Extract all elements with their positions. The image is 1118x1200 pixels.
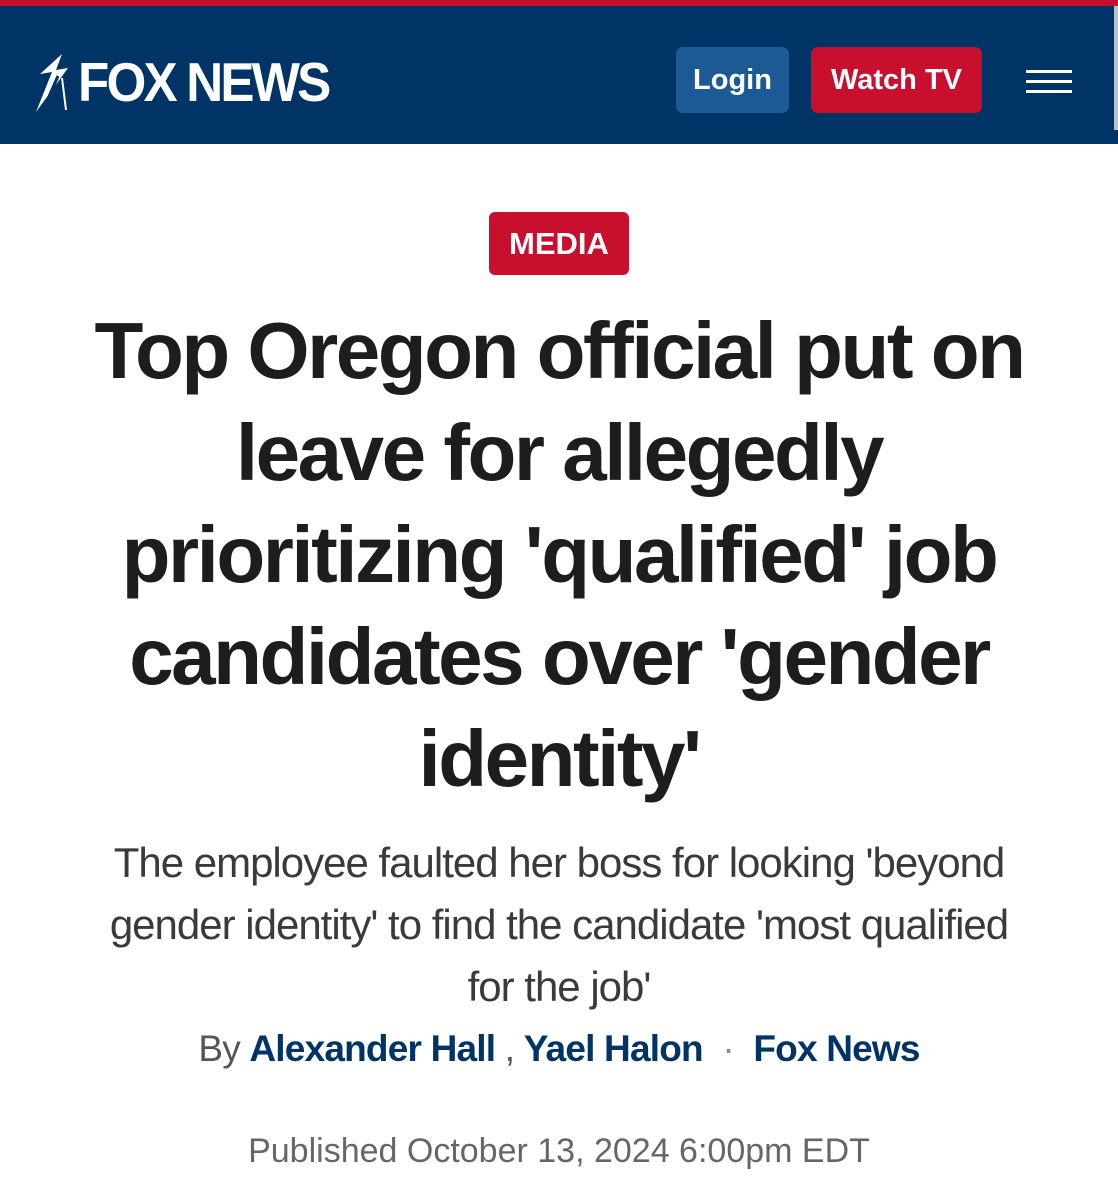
menu-line: [1026, 90, 1072, 93]
author-separator: ,: [504, 1028, 515, 1069]
article-byline: By Alexander Hall , Yael Halon · Fox New…: [60, 1024, 1058, 1074]
byline-dot-separator: ·: [722, 1028, 734, 1069]
site-header: FOX NEWS Login Watch TV: [0, 6, 1118, 144]
scrollbar[interactable]: [1114, 6, 1118, 130]
published-date: Published October 13, 2024 6:00pm EDT: [248, 1132, 870, 1170]
author-link[interactable]: Alexander Hall: [249, 1028, 496, 1069]
hamburger-menu-icon[interactable]: [1022, 64, 1076, 98]
category-badge[interactable]: MEDIA: [489, 212, 629, 275]
article-headline: Top Oregon official put on leave for all…: [94, 306, 1026, 803]
article-subheadline: The employee faulted her boss for lookin…: [109, 839, 1009, 1010]
menu-line: [1026, 70, 1072, 73]
watch-tv-button[interactable]: Watch TV: [811, 47, 982, 113]
byline-by: By: [198, 1028, 240, 1069]
source-link[interactable]: Fox News: [753, 1028, 920, 1069]
login-button[interactable]: Login: [676, 47, 789, 113]
fox-news-lightning-mark-icon: [36, 54, 68, 112]
fox-news-logo[interactable]: FOX NEWS: [32, 50, 347, 114]
author-link[interactable]: Yael Halon: [524, 1028, 704, 1069]
logo-wordmark: FOX NEWS: [78, 51, 331, 113]
menu-line: [1026, 80, 1072, 83]
